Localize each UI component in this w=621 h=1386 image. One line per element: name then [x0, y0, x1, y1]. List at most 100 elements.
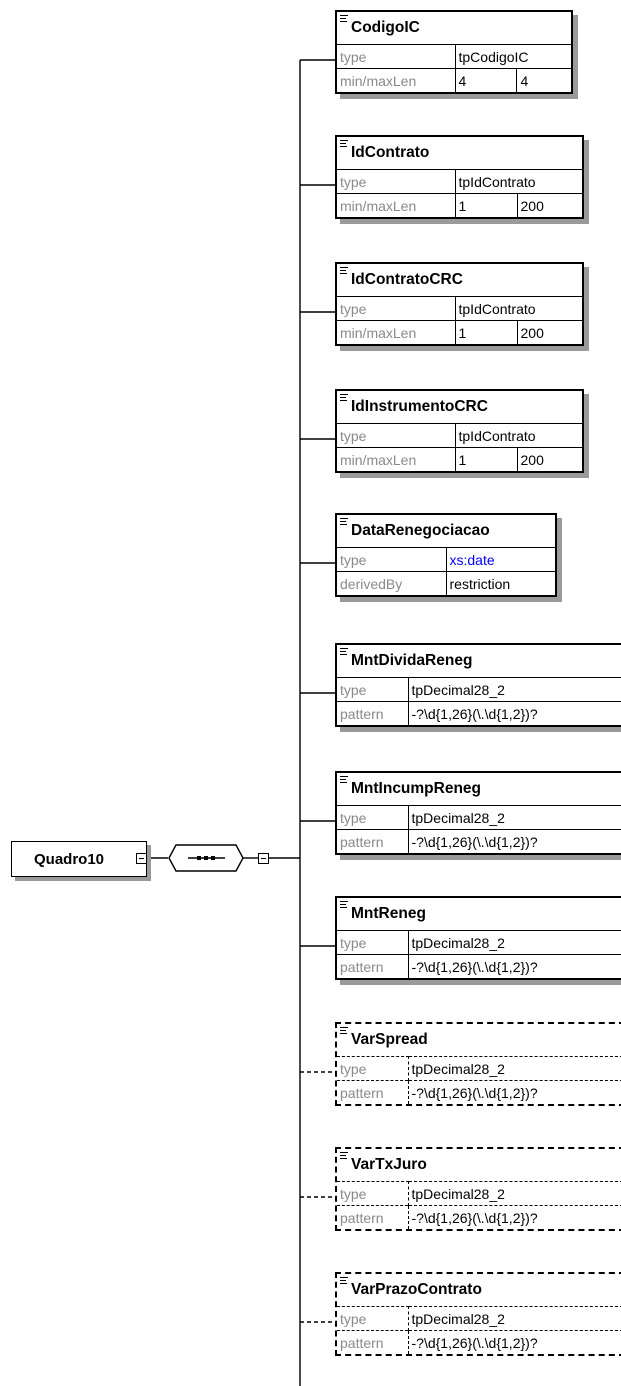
element-icon [340, 518, 348, 525]
root-element-node[interactable]: Quadro10 [11, 841, 147, 877]
property-value: tpDecimal28_2 [408, 1181, 621, 1206]
element-properties-table: type tpIdContrato min/maxLen 1 200 [337, 296, 582, 344]
property-value: -?\d{1,26}(\.\d{1,2})? [408, 1080, 621, 1104]
element-node-datarenegociacao[interactable]: DataRenegociacao type xs:date derivedBy rest… [335, 513, 557, 597]
property-key: type [337, 169, 456, 194]
property-key: derivedBy [337, 571, 447, 595]
root-collapse-toggle[interactable] [136, 853, 147, 864]
property-row: type xs:date [337, 547, 555, 572]
property-key: type [337, 547, 447, 572]
element-properties-table: type tpDecimal28_2 pattern -?\d{1,26}(\.\d{… [337, 805, 621, 853]
property-value: 200 [516, 447, 582, 471]
property-row: type tpDecimal28_2 [337, 1056, 621, 1081]
property-row: min/maxLen 4 4 [337, 68, 571, 92]
property-key: pattern [337, 954, 409, 978]
property-value: 4 [455, 68, 517, 92]
property-key: pattern [337, 829, 409, 853]
property-row: pattern -?\d{1,26}(\.\d{1,2})? [337, 1080, 621, 1104]
property-row: min/maxLen 1 200 [337, 447, 582, 471]
element-header: MntDividaReneg [337, 645, 621, 677]
property-value: -?\d{1,26}(\.\d{1,2})? [408, 829, 621, 853]
property-value: tpIdContrato [455, 169, 582, 194]
element-node-mntreneg[interactable]: MntReneg type tpDecimal28_2 pattern -?\d{1,2… [335, 896, 621, 980]
element-node-varspread[interactable]: VarSpread type tpDecimal28_2 pattern -?\d{1,… [335, 1022, 621, 1106]
property-value: -?\d{1,26}(\.\d{1,2})? [408, 701, 621, 725]
sequence-collapse-toggle[interactable] [258, 853, 269, 864]
element-name: VarSpread [351, 1031, 428, 1048]
property-row: derivedBy restriction [337, 571, 555, 595]
element-header: IdContratoCRC [337, 264, 582, 296]
property-key: type [337, 930, 409, 955]
property-key: type [337, 1056, 409, 1081]
property-row: pattern -?\d{1,26}(\.\d{1,2})? [337, 1330, 621, 1354]
property-value: tpIdContrato [455, 423, 582, 448]
element-node-idcontrato[interactable]: IdContrato type tpIdContrato min/maxLen 1 200 [335, 135, 584, 219]
property-key: type [337, 1181, 409, 1206]
property-row: type tpDecimal28_2 [337, 805, 621, 830]
property-row: min/maxLen 1 200 [337, 193, 582, 217]
element-header: VarTxJuro [337, 1149, 621, 1181]
property-value: 1 [455, 447, 517, 471]
property-key: pattern [337, 1205, 409, 1229]
element-properties-table: type tpDecimal28_2 pattern -?\d{1,26}(\.\d{… [337, 1181, 621, 1229]
property-key: type [337, 1306, 409, 1331]
property-key: min/maxLen [337, 68, 456, 92]
property-value: 1 [455, 193, 517, 217]
property-key: pattern [337, 1330, 409, 1354]
property-key: type [337, 44, 456, 69]
element-properties-table: type tpDecimal28_2 pattern -?\d{1,26}(\.\d{… [337, 1306, 621, 1354]
element-header: VarPrazoContrato [337, 1274, 621, 1306]
element-header: DataRenegociacao [337, 515, 555, 547]
property-row: type tpIdContrato [337, 423, 582, 448]
sequence-dot-1 [197, 856, 201, 860]
element-name: CodigoIC [351, 19, 420, 36]
property-value: 200 [516, 193, 582, 217]
property-key: min/maxLen [337, 193, 456, 217]
element-node-idcontratocrc[interactable]: IdContratoCRC type tpIdContrato min/maxLen 1… [335, 262, 584, 346]
property-value: tpCodigoIC [455, 44, 571, 69]
property-key: type [337, 296, 456, 321]
element-header: CodigoIC [337, 12, 571, 44]
element-name: VarTxJuro [351, 1156, 427, 1173]
element-properties-table: type tpDecimal28_2 pattern -?\d{1,26}(\.\d{… [337, 930, 621, 978]
element-node-codigoic[interactable]: CodigoIC type tpCodigoIC min/maxLen 4 4 [335, 10, 573, 94]
sequence-dot-2 [204, 856, 208, 860]
element-properties-table: type tpDecimal28_2 pattern -?\d{1,26}(\.\d{… [337, 1056, 621, 1104]
property-row: pattern -?\d{1,26}(\.\d{1,2})? [337, 1205, 621, 1229]
property-row: type tpIdContrato [337, 169, 582, 194]
element-name: MntIncumpReneg [351, 780, 482, 797]
element-properties-table: type xs:date derivedBy restriction [337, 547, 555, 595]
property-value: tpDecimal28_2 [408, 1056, 621, 1081]
element-node-idinstrumentocrc[interactable]: IdInstrumentoCRC type tpIdContrato min/maxL… [335, 389, 584, 473]
property-row: pattern -?\d{1,26}(\.\d{1,2})? [337, 829, 621, 853]
element-icon [340, 648, 348, 655]
property-key: min/maxLen [337, 447, 456, 471]
property-value: restriction [446, 571, 555, 595]
element-name: IdInstrumentoCRC [351, 398, 488, 415]
element-icon [340, 15, 348, 22]
element-header: VarSpread [337, 1024, 621, 1056]
property-value: xs:date [446, 547, 555, 572]
property-key: pattern [337, 1080, 409, 1104]
element-node-mntincumpreneg[interactable]: MntIncumpReneg type tpDecimal28_2 pattern -?… [335, 771, 621, 855]
element-node-varprazocontrato[interactable]: VarPrazoContrato type tpDecimal28_2 pattern… [335, 1272, 621, 1356]
property-key: pattern [337, 701, 409, 725]
element-icon [340, 901, 348, 908]
element-node-vartxjuro[interactable]: VarTxJuro type tpDecimal28_2 pattern -?\d{1,… [335, 1147, 621, 1231]
element-name: VarPrazoContrato [351, 1281, 482, 1298]
property-value: -?\d{1,26}(\.\d{1,2})? [408, 954, 621, 978]
property-row: type tpDecimal28_2 [337, 677, 621, 702]
property-row: type tpDecimal28_2 [337, 930, 621, 955]
property-key: type [337, 805, 409, 830]
property-row: pattern -?\d{1,26}(\.\d{1,2})? [337, 954, 621, 978]
element-name: IdContrato [351, 144, 430, 161]
property-value: tpDecimal28_2 [408, 805, 621, 830]
element-icon [340, 1027, 348, 1034]
element-name: MntDividaReneg [351, 652, 473, 669]
property-row: type tpCodigoIC [337, 44, 571, 69]
element-name: IdContratoCRC [351, 271, 463, 288]
element-node-mntdividareneg[interactable]: MntDividaReneg type tpDecimal28_2 pattern -?… [335, 643, 621, 727]
property-row: type tpIdContrato [337, 296, 582, 321]
property-value: tpIdContrato [455, 296, 582, 321]
property-value: 1 [455, 320, 517, 344]
